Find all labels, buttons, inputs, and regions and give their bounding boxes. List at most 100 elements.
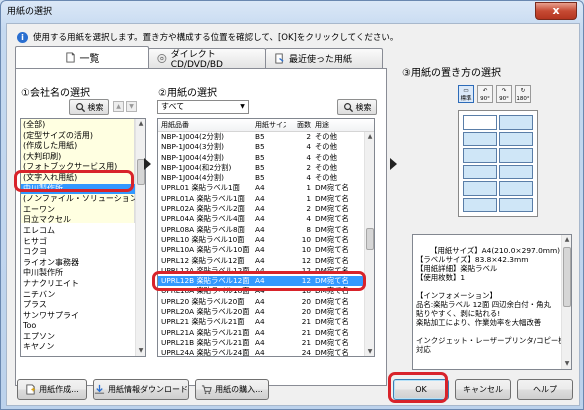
paper-table-row[interactable]: NBP-1J004(2分割) B5 2 その他 — [158, 132, 374, 142]
paper-table-row[interactable]: UPRL02A 楽貼ラベル2面 A4 2 DM宛て名 — [158, 204, 374, 214]
scroll-thumb[interactable] — [563, 247, 571, 307]
company-list-item[interactable]: (大判印刷) — [21, 152, 145, 163]
scroll-thumb[interactable] — [366, 228, 374, 250]
company-list-item[interactable]: Too — [21, 321, 145, 332]
placement-rotate-90-button[interactable]: ↶ 90° — [477, 85, 493, 103]
paper-table-cell: UPRL10A 楽貼ラベル10面 — [161, 245, 250, 255]
create-paper-button[interactable]: 用紙作成... — [17, 379, 87, 400]
paper-table-cell: その他 — [315, 152, 337, 162]
paper-table-row[interactable]: UPRL10 楽貼ラベル10面 A4 10 DM宛て名 — [158, 235, 374, 245]
window-title: 用紙の選択 — [7, 7, 53, 17]
paper-table-row[interactable]: UPRL12 楽貼ラベル12面 A4 12 DM宛て名 — [158, 256, 374, 266]
paper-table-row[interactable]: UPRL01A 楽貼ラベル1面 A4 1 DM宛て名 — [158, 194, 374, 204]
instruction-row: i 使用する用紙を選択します。置き方や構成する位置を確認して、[OK]をクリック… — [17, 30, 398, 44]
placement-rotate-180-button[interactable]: ↻ 180° — [515, 85, 531, 103]
company-list-item[interactable]: サンワサプライ — [21, 311, 145, 322]
placement-rotate-90b-button[interactable]: ↷ 90° — [496, 85, 512, 103]
label-cell — [463, 131, 497, 146]
paper-table-row[interactable]: NBP-1J004(4分割) B5 4 その他 — [158, 173, 374, 183]
button-label: 用紙作成... — [39, 385, 79, 394]
paper-table-header: 用紙品番 用紙サイズ 面数 用途 — [158, 119, 374, 132]
label-cell — [463, 197, 497, 212]
help-button[interactable]: ヘルプ — [517, 379, 573, 400]
company-list-item[interactable]: キヤノン — [21, 342, 145, 353]
company-list-item[interactable]: 中川製作所 — [21, 268, 145, 279]
paper-table-cell: UPRL01A 楽貼ラベル1面 — [161, 193, 245, 203]
scroll-up-icon[interactable]: ▲ — [365, 132, 374, 142]
paper-table-cell: A4 — [255, 327, 265, 337]
placement-standard-button[interactable]: ▭ 標準 — [458, 85, 474, 103]
purchase-paper-button[interactable]: 用紙の購入... — [195, 379, 269, 400]
tab-recent[interactable]: 最近使った用紙 — [265, 48, 383, 68]
company-list-item[interactable]: (作成した用紙) — [21, 141, 145, 152]
placement-option-label: 90° — [480, 96, 490, 102]
paper-table-cell: B5 — [255, 132, 265, 141]
label-cell — [499, 131, 533, 146]
company-list-item[interactable]: エプソン — [21, 332, 145, 343]
placement-option-label: 180° — [516, 96, 530, 102]
paper-filter-value: すべて — [161, 102, 185, 111]
paper-table-cell: DM宛て名 — [315, 317, 349, 327]
paper-table-cell: DM宛て名 — [315, 307, 349, 317]
close-button[interactable]: x — [535, 2, 577, 20]
company-scrollbar[interactable]: ▲ ▼ — [135, 119, 145, 356]
download-paper-info-button[interactable]: 用紙情報ダウンロード — [93, 379, 189, 400]
company-list-item[interactable]: プラス — [21, 300, 145, 311]
paper-table-row[interactable]: UPRL04A 楽貼ラベル4面 A4 4 DM宛て名 — [158, 214, 374, 224]
paper-table-row[interactable]: UPRL21A 楽貼ラベル21面 A4 21 DM宛て名 — [158, 328, 374, 338]
paper-table-row[interactable]: UPRL24A 楽貼ラベル24面 A4 24 DM宛て名 — [158, 348, 374, 356]
paper-table-cell: A4 — [255, 183, 265, 193]
dialog-client: i 使用する用紙を選択します。置き方や構成する位置を確認して、[OK]をクリック… — [6, 23, 580, 406]
info-scrollbar[interactable]: ▲ ▼ — [561, 235, 571, 369]
column-header[interactable]: 用紙品番 — [158, 119, 252, 131]
button-label: 用紙情報ダウンロード — [108, 385, 188, 394]
company-list-item[interactable]: エレコム — [21, 226, 145, 237]
column-header[interactable]: 面数 — [286, 119, 313, 131]
paper-table-row[interactable]: NBP-1J004(4分割) B5 4 その他 — [158, 153, 374, 163]
paper-table-row[interactable]: UPRL08A 楽貼ラベル8面 A4 8 DM宛て名 — [158, 225, 374, 235]
tab-list[interactable]: 一覧 — [15, 46, 149, 68]
company-search-button[interactable]: 検索 — [69, 99, 109, 115]
column-header[interactable]: 用途 — [313, 119, 365, 131]
paper-table-row[interactable]: UPRL01 楽貼ラベル1面 A4 1 DM宛て名 — [158, 183, 374, 193]
company-list-item[interactable]: コクヨ — [21, 247, 145, 258]
paper-table-cell: A4 — [255, 214, 265, 224]
column-header[interactable]: 用紙サイズ — [252, 119, 286, 131]
paper-table-row[interactable]: NBP-1J004(和2分割) B5 2 その他 — [158, 163, 374, 173]
paper-table-cell: NBP-1J004(3分割) — [161, 142, 224, 152]
paper-table-cell: DM宛て名 — [315, 255, 349, 265]
paper-scrollbar[interactable]: ▲ ▼ — [364, 132, 374, 356]
company-list-item[interactable]: (ノンファイル・ソリューション) — [21, 194, 145, 205]
scroll-down-icon[interactable]: ▼ — [136, 346, 145, 356]
tab-direct-cd[interactable]: ダイレクトCD/DVD/BD — [148, 48, 266, 70]
paper-filter-select[interactable]: すべて ▼ — [157, 100, 249, 114]
company-list[interactable]: (全部) (定型サイズの活用) (作成した用紙) (大判印刷) (フォトブックサービス用… — [20, 118, 146, 357]
scroll-down-icon[interactable]: ▼ — [562, 359, 571, 369]
paper-table-cell: B5 — [255, 173, 265, 183]
paper-table-row[interactable]: UPRL20A 楽貼ラベル20面 A4 20 DM宛て名 — [158, 307, 374, 317]
paper-table-cell: 20 — [301, 296, 311, 306]
paper-table-cell: DM宛て名 — [315, 193, 349, 203]
company-list-item[interactable]: 日立マクセル — [21, 215, 145, 226]
paper-table-row[interactable]: UPRL20 楽貼ラベル20面 A4 20 DM宛て名 — [158, 297, 374, 307]
company-list-item[interactable]: ニチバン — [21, 290, 145, 301]
paper-search-button[interactable]: 検索 — [337, 99, 377, 115]
paper-table[interactable]: 用紙品番 用紙サイズ 面数 用途 NBP-1J004(2分割)B52その他NBP… — [157, 118, 375, 357]
company-list-item[interactable]: (全部) — [21, 120, 145, 131]
paper-table-row[interactable]: UPRL10A 楽貼ラベル10面 A4 10 DM宛て名 — [158, 245, 374, 255]
scroll-up-icon[interactable]: ▲ — [136, 119, 145, 129]
search-icon — [75, 102, 85, 112]
scroll-up-icon[interactable]: ▲ — [562, 235, 571, 245]
paper-table-row[interactable]: NBP-1J004(3分割) B5 4 その他 — [158, 142, 374, 152]
company-list-item[interactable]: エーワン — [21, 205, 145, 216]
scroll-down-icon[interactable]: ▼ — [365, 347, 374, 356]
company-list-item[interactable]: (定型サイズの活用) — [21, 131, 145, 142]
paper-table-cell: 10 — [301, 245, 311, 255]
paper-table-row[interactable]: UPRL21B 楽貼ラベル21面 A4 21 DM宛て名 — [158, 338, 374, 348]
cancel-button[interactable]: キャンセル — [455, 379, 511, 400]
company-list-item[interactable]: ライオン事務器 — [21, 258, 145, 269]
paper-table-row[interactable]: UPRL21 楽貼ラベル21面 A4 21 DM宛て名 — [158, 317, 374, 327]
company-list-item[interactable]: ヒサゴ — [21, 237, 145, 248]
paper-table-cell: DM宛て名 — [315, 337, 349, 347]
company-list-item[interactable]: ナナクリエイト — [21, 279, 145, 290]
